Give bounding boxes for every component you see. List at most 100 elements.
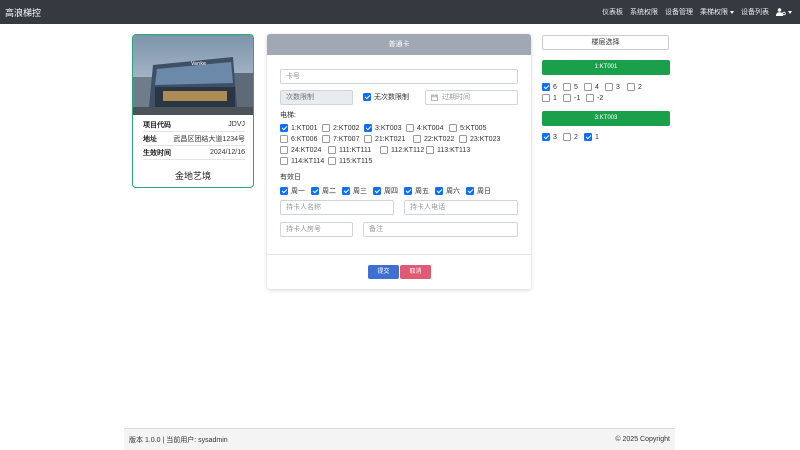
checkbox-box[interactable] bbox=[280, 187, 288, 195]
elevator-checkbox[interactable]: 5:KT005 bbox=[449, 124, 486, 132]
count-limit-input[interactable]: 次数限制 bbox=[280, 90, 353, 105]
elevator-checkbox[interactable]: 113:KT113 bbox=[426, 146, 470, 154]
checkbox-box[interactable] bbox=[586, 94, 594, 102]
expire-date-placeholder: 过期时间 bbox=[442, 94, 470, 101]
user-menu[interactable] bbox=[776, 8, 792, 16]
brand-title[interactable]: 高浪梯控 bbox=[5, 6, 41, 19]
checkbox-box[interactable] bbox=[563, 94, 571, 102]
holder-room-input[interactable]: 持卡人房号 bbox=[280, 222, 353, 237]
expire-date-input[interactable]: 过期时间 bbox=[425, 90, 518, 105]
floor-checkbox-label: 3 bbox=[553, 133, 557, 141]
elevator-checkbox[interactable]: 115:KT115 bbox=[328, 157, 372, 165]
weekday-checkbox[interactable]: 周五 bbox=[404, 186, 429, 196]
checkbox-box[interactable] bbox=[584, 133, 592, 141]
elevator-checkbox[interactable]: 2:KT002 bbox=[322, 124, 359, 132]
weekday-checkbox[interactable]: 周三 bbox=[342, 186, 367, 196]
unlimited-count-checkbox[interactable]: 无次数限制 bbox=[363, 92, 409, 102]
checkbox-box[interactable] bbox=[426, 146, 434, 154]
checkbox-box[interactable] bbox=[627, 83, 635, 91]
holder-name-input[interactable]: 持卡人名称 bbox=[280, 200, 394, 215]
weekday-checkbox[interactable]: 周日 bbox=[466, 186, 491, 196]
project-row-effective: 生效时间 2024/12/16 bbox=[143, 146, 245, 160]
checkbox-box[interactable] bbox=[363, 93, 371, 101]
floor-checkbox-label: 4 bbox=[595, 83, 599, 91]
floor-checkbox[interactable]: 2 bbox=[627, 83, 642, 91]
floor-checkbox[interactable]: 2 bbox=[563, 133, 578, 141]
checkbox-box[interactable] bbox=[449, 124, 457, 132]
checkbox-box[interactable] bbox=[584, 83, 592, 91]
floor-group-header-1[interactable]: 1:KT001 bbox=[542, 60, 670, 75]
checkbox-box[interactable] bbox=[563, 133, 571, 141]
project-card[interactable]: Vanke 项目代码 JDVJ 地址 武昌区团结大道1234号 生效时间 202… bbox=[132, 34, 254, 188]
checkbox-box[interactable] bbox=[311, 187, 319, 195]
checkbox-box[interactable] bbox=[280, 157, 288, 165]
elevator-checkbox[interactable]: 24:KT024 bbox=[280, 146, 321, 154]
checkbox-box[interactable] bbox=[322, 124, 330, 132]
floor-checkbox[interactable]: -2 bbox=[586, 94, 603, 102]
elevator-checkbox[interactable]: 22:KT022 bbox=[413, 135, 454, 143]
floor-select-button[interactable]: 楼层选择 bbox=[542, 35, 669, 50]
nav-device-list[interactable]: 设备列表 bbox=[741, 7, 769, 17]
elevator-checkbox[interactable]: 21:KT021 bbox=[364, 135, 405, 143]
elevator-checkbox-label: 4:KT004 bbox=[417, 124, 444, 132]
weekday-checkbox[interactable]: 周四 bbox=[373, 186, 398, 196]
holder-phone-input[interactable]: 持卡人电话 bbox=[404, 200, 518, 215]
elevator-checkbox[interactable]: 111:KT111 bbox=[328, 146, 371, 154]
checkbox-box[interactable] bbox=[605, 83, 613, 91]
checkbox-box[interactable] bbox=[280, 146, 288, 154]
floor-group-header-2[interactable]: 3:KT003 bbox=[542, 111, 670, 126]
checkbox-box[interactable] bbox=[404, 187, 412, 195]
remark-input[interactable]: 备注 bbox=[363, 222, 518, 237]
weekday-checkbox[interactable]: 周二 bbox=[311, 186, 336, 196]
checkbox-box[interactable] bbox=[466, 187, 474, 195]
nav-device-management[interactable]: 设备管理 bbox=[665, 7, 693, 17]
chevron-down-icon bbox=[730, 10, 734, 14]
elevator-checkbox[interactable]: 6:KT006 bbox=[280, 135, 317, 143]
checkbox-box[interactable] bbox=[542, 83, 550, 91]
elevator-checkbox[interactable]: 1:KT001 bbox=[280, 124, 317, 132]
floor-checkbox[interactable]: 1 bbox=[584, 133, 599, 141]
weekday-checkbox[interactable]: 周一 bbox=[280, 186, 305, 196]
floor-checkbox[interactable]: 5 bbox=[563, 83, 578, 91]
nav-dashboard[interactable]: 仪表板 bbox=[602, 7, 623, 17]
elevator-checkbox[interactable]: 114:KT114 bbox=[280, 157, 324, 165]
elevator-checkbox-label: 3:KT003 bbox=[375, 124, 402, 132]
checkbox-box[interactable] bbox=[406, 124, 414, 132]
checkbox-box[interactable] bbox=[328, 146, 336, 154]
floor-checkbox[interactable]: -1 bbox=[563, 94, 580, 102]
elevator-checkbox-label: 21:KT021 bbox=[375, 135, 406, 143]
elevator-checkbox[interactable]: 3:KT003 bbox=[364, 124, 401, 132]
checkbox-box[interactable] bbox=[542, 133, 550, 141]
checkbox-box[interactable] bbox=[413, 135, 421, 143]
weekday-checkbox[interactable]: 周六 bbox=[435, 186, 460, 196]
elevator-checkbox[interactable]: 23:KT023 bbox=[459, 135, 500, 143]
checkbox-box[interactable] bbox=[342, 187, 350, 195]
checkbox-box[interactable] bbox=[364, 135, 372, 143]
nav-system-permissions[interactable]: 系统权限 bbox=[630, 7, 658, 17]
checkbox-box[interactable] bbox=[322, 135, 330, 143]
checkbox-box[interactable] bbox=[373, 187, 381, 195]
checkbox-box[interactable] bbox=[380, 146, 388, 154]
submit-button[interactable]: 提交 bbox=[368, 265, 399, 279]
elevator-checkbox-label: 7:KT007 bbox=[333, 135, 360, 143]
elevator-checkbox[interactable]: 112:KT112 bbox=[380, 146, 424, 154]
checkbox-box[interactable] bbox=[280, 124, 288, 132]
floor-checkbox[interactable]: 4 bbox=[584, 83, 599, 91]
floor-checkbox[interactable]: 6 bbox=[542, 83, 557, 91]
nav-elevator-permissions[interactable]: 乘梯权限 bbox=[700, 7, 734, 17]
card-number-input[interactable]: 卡号 bbox=[280, 69, 518, 84]
checkbox-box[interactable] bbox=[328, 157, 336, 165]
elevator-checkbox[interactable]: 7:KT007 bbox=[322, 135, 359, 143]
checkbox-box[interactable] bbox=[435, 187, 443, 195]
checkbox-box[interactable] bbox=[364, 124, 372, 132]
elevator-checkbox[interactable]: 4:KT004 bbox=[406, 124, 443, 132]
floor-checkbox[interactable]: 1 bbox=[542, 94, 557, 102]
floor-checkbox[interactable]: 3 bbox=[605, 83, 620, 91]
checkbox-box[interactable] bbox=[563, 83, 571, 91]
footer-version: 版本 1.0.0 | 当前用户: sysadmin bbox=[129, 436, 228, 444]
checkbox-box[interactable] bbox=[280, 135, 288, 143]
checkbox-box[interactable] bbox=[542, 94, 550, 102]
floor-checkbox[interactable]: 3 bbox=[542, 133, 557, 141]
checkbox-box[interactable] bbox=[459, 135, 467, 143]
cancel-button[interactable]: 取消 bbox=[400, 265, 431, 279]
